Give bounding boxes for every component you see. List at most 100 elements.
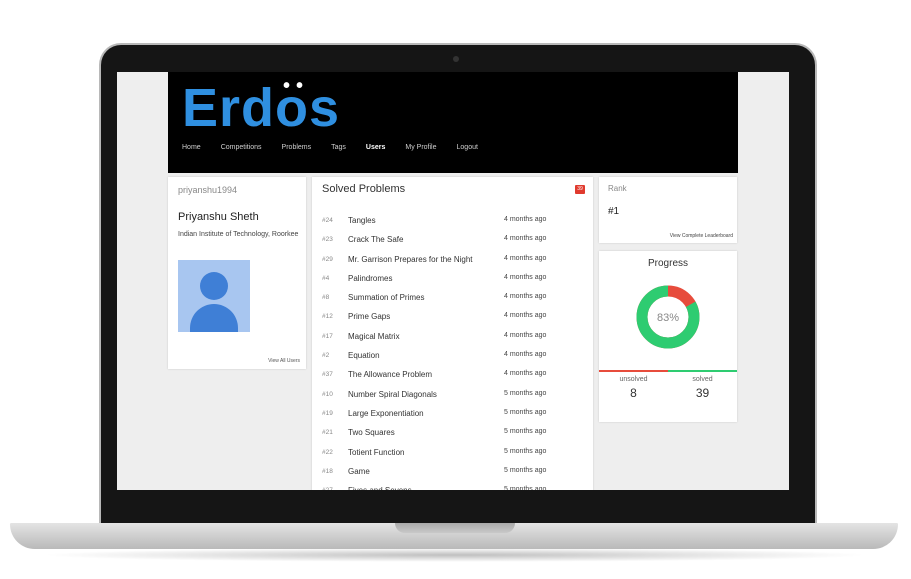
rank-card: Rank #1 View Complete Leaderboard [599, 177, 737, 243]
logo-o: •• o [275, 75, 310, 138]
problem-id: #17 [322, 332, 333, 340]
unsolved-value: 8 [630, 386, 637, 400]
problem-solved-time: 5 months ago [504, 428, 547, 436]
problem-name[interactable]: Crack The Safe [348, 235, 403, 244]
problem-solved-time: 5 months ago [504, 447, 547, 455]
problem-row[interactable]: #17 Magical Matrix 4 months ago [322, 329, 582, 348]
avatar-head [200, 272, 228, 300]
problem-row[interactable]: #29 Mr. Garrison Prepares for the Night 4 … [322, 252, 582, 271]
problem-name[interactable]: Large Exponentiation [348, 409, 424, 418]
problem-id: #10 [322, 390, 333, 398]
problem-row[interactable]: #2 Equation 4 months ago [322, 348, 582, 367]
problem-solved-time: 4 months ago [504, 312, 547, 320]
problem-solved-time: 4 months ago [504, 351, 547, 359]
progress-title: Progress [647, 258, 688, 269]
problem-name[interactable]: Equation [348, 351, 380, 360]
problem-id: #23 [322, 236, 333, 244]
problem-name[interactable]: Palindromes [348, 274, 392, 283]
solved-problems-card: Solved Problems 39 #24 Tangles 4 months ag… [312, 177, 593, 490]
nav-item-users[interactable]: Users [366, 144, 385, 151]
default-user-avatar-icon [178, 260, 250, 332]
problem-name[interactable]: The Allowance Problem [348, 370, 432, 379]
solved-value: 39 [695, 386, 710, 400]
problem-id: #19 [322, 409, 333, 417]
problem-row[interactable]: #18 Game 5 months ago [322, 464, 582, 483]
problem-name[interactable]: Summation of Primes [348, 293, 424, 302]
solved-label: solved [692, 376, 713, 383]
solved-problems-title: Solved Problems [322, 183, 406, 195]
username: priyanshu1994 [178, 185, 238, 195]
problem-name[interactable]: Fives and Sevens [348, 486, 412, 490]
logo-text-left: Erd [182, 78, 276, 138]
rank-value: #1 [608, 206, 620, 217]
nav-item-my-profile[interactable]: My Profile [405, 144, 436, 151]
problem-solved-time: 4 months ago [504, 331, 547, 339]
problem-name[interactable]: Magical Matrix [348, 332, 400, 341]
solved-count-badge: 39 [575, 185, 585, 194]
laptop-screen: Erd •• os Home Competitions Problems Tags User… [117, 72, 789, 490]
problem-solved-time: 5 months ago [504, 466, 547, 474]
webcam-icon [453, 56, 459, 62]
problem-id: #29 [322, 255, 333, 263]
problem-id: #8 [322, 294, 330, 302]
problem-solved-time: 5 months ago [504, 389, 547, 397]
problem-solved-time: 4 months ago [504, 216, 547, 223]
unsolved-label: unsolved [619, 376, 648, 383]
laptop-notch [395, 523, 515, 533]
problem-id: #12 [322, 313, 333, 321]
problem-name[interactable]: Game [348, 467, 370, 476]
problem-id: #21 [322, 429, 333, 437]
user-full-name: Priyanshu Sheth [178, 211, 259, 223]
problem-name[interactable]: Mr. Garrison Prepares for the Night [348, 255, 473, 264]
nav-item-problems[interactable]: Problems [282, 144, 312, 151]
view-leaderboard-link[interactable]: View Complete Leaderboard [670, 233, 733, 239]
site-header: Erd •• os Home Competitions Problems Tags User… [168, 72, 738, 173]
problem-id: #37 [322, 371, 333, 379]
progress-donut-chart: 83% [636, 285, 700, 349]
nav-item-logout[interactable]: Logout [457, 144, 478, 151]
problem-row[interactable]: #37 The Allowance Problem 4 months ago [322, 367, 582, 386]
problem-name[interactable]: Tangles [348, 216, 376, 225]
logo-dots-icon: •• [283, 75, 310, 97]
problem-solved-time: 4 months ago [504, 273, 547, 281]
problem-row[interactable]: #23 Crack The Safe 4 months ago [322, 232, 582, 251]
progress-percent-label: 83% [657, 312, 679, 324]
erdos-logo[interactable]: Erd •• os [182, 75, 341, 138]
nav-item-tags[interactable]: Tags [331, 144, 346, 151]
problem-row[interactable]: #22 Totient Function 5 months ago [322, 445, 582, 464]
rank-label: Rank [608, 184, 627, 193]
problem-row[interactable]: #27Fives and Sevens 5 months ago [322, 483, 582, 490]
problem-solved-time: 4 months ago [504, 254, 547, 262]
progress-card: Progress 83% unsolved 8 solved 39 [599, 251, 737, 422]
problem-row[interactable]: #4 Palindromes 4 months ago [322, 271, 582, 290]
laptop-shadow [40, 548, 870, 562]
problem-name[interactable]: Prime Gaps [348, 312, 390, 321]
problem-row[interactable]: #10 Number Spiral Diagonals 5 months ago [322, 387, 582, 406]
problem-row[interactable]: #24 Tangles 4 months ago [322, 213, 582, 232]
user-institute: Indian Institute of Technology, Roorkee [178, 231, 299, 238]
problem-row[interactable]: #12 Prime Gaps 4 months ago [322, 309, 582, 328]
solved-bar [668, 370, 737, 372]
problem-solved-time: 5 months ago [504, 408, 547, 416]
problem-id: #22 [322, 448, 333, 456]
solved-problems-list: #24 Tangles 4 months ago #23 Crack The Safe 4… [322, 213, 582, 490]
problem-solved-time: 5 months ago [504, 486, 547, 490]
nav-item-home[interactable]: Home [182, 144, 201, 151]
problem-row[interactable]: #8 Summation of Primes 4 months ago [322, 290, 582, 309]
problem-row[interactable]: #21 Two Squares 5 months ago [322, 425, 582, 444]
unsolved-bar [599, 370, 668, 372]
main-nav: Home Competitions Problems Tags Users My Prof… [182, 144, 498, 151]
nav-item-competitions[interactable]: Competitions [221, 144, 262, 151]
problem-id: #18 [322, 467, 333, 475]
logo-text-right: s [309, 78, 341, 138]
avatar-body [190, 304, 238, 332]
problem-name[interactable]: Two Squares [348, 428, 395, 437]
problem-row[interactable]: #19 Large Exponentiation 5 months ago [322, 406, 582, 425]
user-card: priyanshu1994 Priyanshu Sheth Indian Ins… [168, 177, 306, 369]
problem-name[interactable]: Totient Function [348, 448, 404, 457]
problem-solved-time: 4 months ago [504, 235, 547, 243]
problem-id: #24 [322, 217, 333, 224]
problem-name[interactable]: Number Spiral Diagonals [348, 390, 437, 399]
view-all-users-link[interactable]: View All Users [268, 358, 300, 364]
problem-id: #27 [322, 487, 346, 490]
